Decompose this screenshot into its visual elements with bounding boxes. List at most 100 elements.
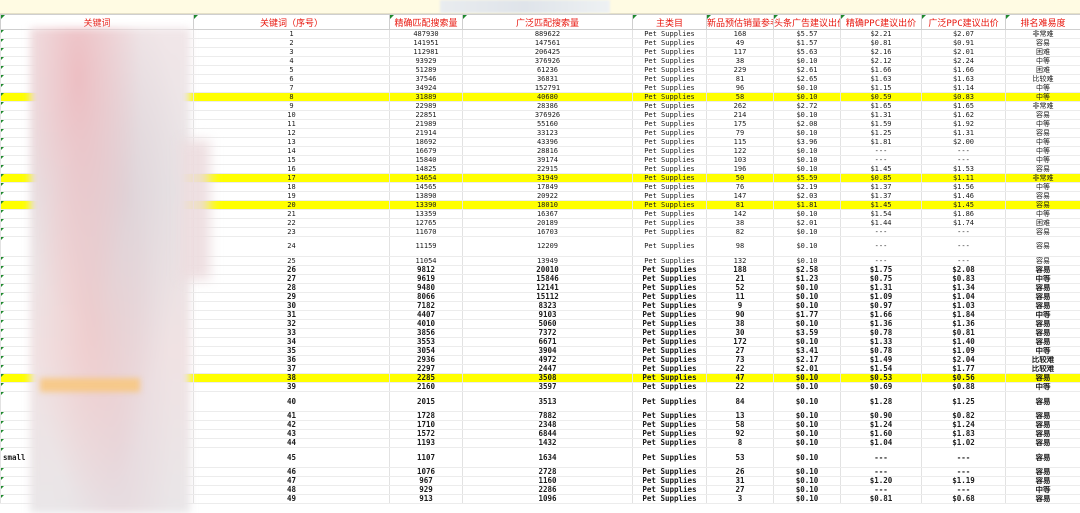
cell-exact[interactable]: 1193 <box>389 438 463 448</box>
cell-bppc[interactable]: $1.24 <box>921 420 1006 430</box>
cell-seq[interactable]: 41 <box>193 411 390 421</box>
cell-new[interactable]: 22 <box>706 364 774 374</box>
cell-seq[interactable]: 28 <box>193 283 390 293</box>
cell-eppc[interactable]: $1.37 <box>840 191 922 201</box>
cell-head[interactable]: $0.10 <box>773 373 841 383</box>
cell-cat[interactable]: Pet Supplies <box>632 65 707 75</box>
cell-new[interactable]: 27 <box>706 485 774 495</box>
cell-seq[interactable]: 44 <box>193 438 390 448</box>
cell-seq[interactable]: 6 <box>193 74 390 84</box>
cell-seq[interactable]: 16 <box>193 164 390 174</box>
cell-diff[interactable]: 困难 <box>1005 65 1080 75</box>
cell-broad[interactable]: 1432 <box>462 438 633 448</box>
cell-exact[interactable]: 9619 <box>389 274 463 284</box>
cell-cat[interactable]: Pet Supplies <box>632 301 707 311</box>
cell-seq[interactable]: 39 <box>193 382 390 392</box>
column-header[interactable]: 广泛匹配搜索量 <box>462 14 633 30</box>
cell-broad[interactable]: 28816 <box>462 146 633 156</box>
cell-exact[interactable]: 2936 <box>389 355 463 365</box>
cell-eppc[interactable]: $0.53 <box>840 373 922 383</box>
cell-diff[interactable]: 中等 <box>1005 346 1080 356</box>
cell-broad[interactable]: 7372 <box>462 328 633 338</box>
cell-head[interactable]: $3.41 <box>773 346 841 356</box>
column-header[interactable]: 新品预估销量参考 <box>706 14 774 30</box>
cell-seq[interactable]: 43 <box>193 429 390 439</box>
cell-diff[interactable]: 容易 <box>1005 128 1080 138</box>
cell-exact[interactable]: 22989 <box>389 101 463 111</box>
cell-eppc[interactable]: $1.20 <box>840 476 922 486</box>
cell-bppc[interactable]: $1.03 <box>921 301 1006 311</box>
cell-broad[interactable]: 376926 <box>462 110 633 120</box>
cell-bppc[interactable]: $1.19 <box>921 476 1006 486</box>
cell-bppc[interactable]: $1.92 <box>921 119 1006 129</box>
cell-bppc[interactable]: $1.09 <box>921 346 1006 356</box>
cell-new[interactable]: 98 <box>706 236 774 257</box>
cell-head[interactable]: $0.10 <box>773 256 841 266</box>
cell-eppc[interactable]: $1.24 <box>840 420 922 430</box>
cell-broad[interactable]: 16367 <box>462 209 633 219</box>
cell-head[interactable]: $0.10 <box>773 83 841 93</box>
cell-broad[interactable]: 36831 <box>462 74 633 84</box>
cell-seq[interactable]: 34 <box>193 337 390 347</box>
cell-bppc[interactable]: $1.77 <box>921 364 1006 374</box>
cell-exact[interactable]: 913 <box>389 494 463 504</box>
cell-new[interactable]: 79 <box>706 128 774 138</box>
cell-broad[interactable]: 3597 <box>462 382 633 392</box>
cell-diff[interactable]: 容易 <box>1005 227 1080 237</box>
cell-broad[interactable]: 39174 <box>462 155 633 165</box>
cell-exact[interactable]: 21914 <box>389 128 463 138</box>
cell-cat[interactable]: Pet Supplies <box>632 92 707 102</box>
cell-bppc[interactable]: $0.88 <box>921 382 1006 392</box>
cell-cat[interactable]: Pet Supplies <box>632 47 707 57</box>
cell-head[interactable]: $0.10 <box>773 411 841 421</box>
cell-cat[interactable]: Pet Supplies <box>632 292 707 302</box>
cell-diff[interactable]: 中等 <box>1005 310 1080 320</box>
cell-cat[interactable]: Pet Supplies <box>632 83 707 93</box>
cell-broad[interactable]: 3513 <box>462 391 633 412</box>
cell-diff[interactable]: 容易 <box>1005 236 1080 257</box>
cell-seq[interactable]: 32 <box>193 319 390 329</box>
cell-exact[interactable]: 4407 <box>389 310 463 320</box>
cell-cat[interactable]: Pet Supplies <box>632 346 707 356</box>
cell-head[interactable]: $0.10 <box>773 92 841 102</box>
cell-seq[interactable]: 29 <box>193 292 390 302</box>
cell-head[interactable]: $5.57 <box>773 29 841 39</box>
cell-eppc[interactable]: --- <box>840 467 922 477</box>
cell-head[interactable]: $3.59 <box>773 328 841 338</box>
column-header[interactable]: 关键词（序号） <box>193 14 390 30</box>
cell-diff[interactable]: 中等 <box>1005 274 1080 284</box>
cell-seq[interactable]: 33 <box>193 328 390 338</box>
cell-new[interactable]: 26 <box>706 467 774 477</box>
cell-head[interactable]: $2.03 <box>773 191 841 201</box>
cell-exact[interactable]: 2297 <box>389 364 463 374</box>
cell-eppc[interactable]: $2.21 <box>840 29 922 39</box>
cell-eppc[interactable]: $1.37 <box>840 182 922 192</box>
cell-exact[interactable]: 31889 <box>389 92 463 102</box>
cell-exact[interactable]: 967 <box>389 476 463 486</box>
cell-broad[interactable]: 40680 <box>462 92 633 102</box>
cell-bppc[interactable]: $1.53 <box>921 164 1006 174</box>
cell-head[interactable]: $0.10 <box>773 110 841 120</box>
cell-seq[interactable]: 42 <box>193 420 390 430</box>
cell-seq[interactable]: 4 <box>193 56 390 66</box>
cell-eppc[interactable]: --- <box>840 155 922 165</box>
column-header[interactable]: 精确PPC建议出价 <box>840 14 922 30</box>
cell-bppc[interactable]: --- <box>921 146 1006 156</box>
cell-head[interactable]: $0.10 <box>773 438 841 448</box>
cell-diff[interactable]: 容易 <box>1005 447 1080 468</box>
cell-seq[interactable]: 40 <box>193 391 390 412</box>
column-header[interactable]: 广泛PPC建议出价 <box>921 14 1006 30</box>
cell-bppc[interactable]: $1.62 <box>921 110 1006 120</box>
cell-new[interactable]: 52 <box>706 283 774 293</box>
cell-diff[interactable]: 非常难 <box>1005 101 1080 111</box>
cell-new[interactable]: 229 <box>706 65 774 75</box>
cell-bppc[interactable]: $1.86 <box>921 209 1006 219</box>
cell-bppc[interactable]: $1.11 <box>921 173 1006 183</box>
cell-head[interactable]: $1.57 <box>773 38 841 48</box>
cell-diff[interactable]: 容易 <box>1005 256 1080 266</box>
cell-diff[interactable]: 中等 <box>1005 119 1080 129</box>
cell-new[interactable]: 81 <box>706 200 774 210</box>
cell-cat[interactable]: Pet Supplies <box>632 74 707 84</box>
cell-exact[interactable]: 2015 <box>389 391 463 412</box>
cell-eppc[interactable]: --- <box>840 256 922 266</box>
